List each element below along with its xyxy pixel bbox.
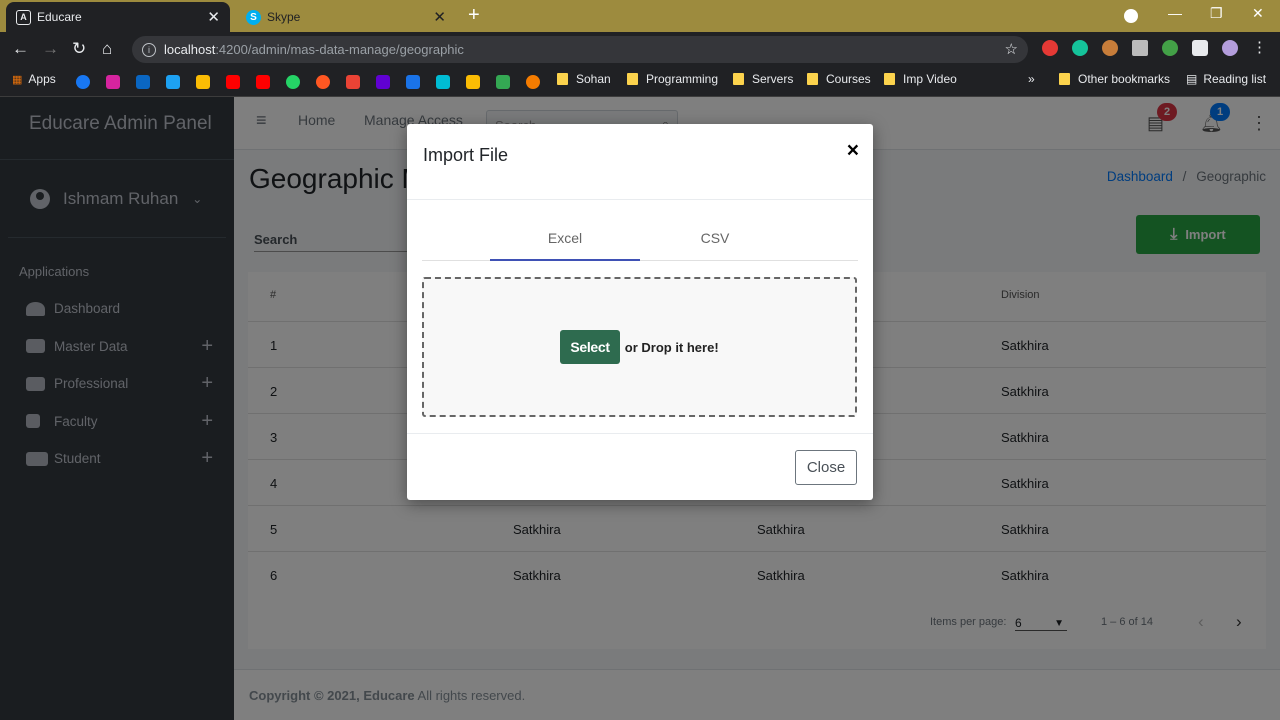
extension-icon[interactable] [1162, 40, 1178, 56]
url-input[interactable]: i localhost :4200/admin/mas-data-manage/… [132, 36, 1028, 63]
modal-title: Import File [423, 145, 509, 165]
select-file-button[interactable]: Select [560, 330, 620, 364]
new-tab-icon[interactable]: + [468, 4, 480, 27]
calendar-icon[interactable] [406, 75, 420, 89]
bookmark-icon[interactable] [436, 75, 450, 89]
extension-icon[interactable] [1132, 40, 1148, 56]
drop-hint-text: or Drop it here! [624, 339, 719, 355]
cookie-extension-icon[interactable] [1102, 40, 1118, 56]
instagram-icon[interactable] [106, 75, 120, 89]
folder-icon [1059, 73, 1070, 85]
url-path: :4200/admin/mas-data-manage/geographic [215, 42, 464, 57]
gmail-icon[interactable] [346, 75, 360, 89]
educare-favicon-icon: A [16, 9, 31, 25]
twitter-icon[interactable] [166, 75, 180, 89]
reload-icon[interactable]: ↻ [72, 39, 86, 59]
file-drop-zone[interactable]: Select or Drop it here! [422, 277, 857, 417]
profile-dropdown-icon[interactable] [1124, 9, 1138, 23]
bookmark-folder-programming[interactable]: Programming [627, 72, 718, 86]
close-tab-icon[interactable]: ✕ [207, 8, 220, 26]
yahoo-icon[interactable] [376, 75, 390, 89]
bookmarks-bar: ▦ Apps Sohan Programming Servers Courses … [0, 66, 1280, 97]
bookmark-folder-other[interactable]: Other bookmarks [1059, 72, 1170, 86]
forward-icon[interactable]: → [42, 39, 59, 59]
extensions-puzzle-icon[interactable] [1192, 40, 1208, 56]
bookmark-folder-imp-video[interactable]: Imp Video [884, 72, 957, 86]
file-type-tabs: Excel CSV [422, 218, 858, 261]
folder-icon [733, 73, 744, 85]
close-button[interactable]: Close [795, 450, 857, 485]
bookmark-folder-sohan[interactable]: Sohan [557, 72, 611, 86]
extension-icon[interactable] [1042, 40, 1058, 56]
reading-list-button[interactable]: ▤ Reading list [1186, 72, 1266, 86]
back-icon[interactable]: ← [12, 39, 29, 59]
browser-tab-skype[interactable]: S Skype ✕ [236, 2, 456, 32]
folder-icon [807, 73, 818, 85]
restore-icon[interactable]: ❐ [1210, 5, 1223, 22]
bookmark-folder-servers[interactable]: Servers [733, 72, 793, 86]
linkedin-icon[interactable] [136, 75, 150, 89]
bookmark-apps[interactable]: ▦ Apps [12, 72, 56, 86]
minimize-icon[interactable]: — [1168, 5, 1182, 21]
tab-csv[interactable]: CSV [640, 218, 790, 261]
bookmark-star-icon[interactable]: ☆ [1005, 40, 1018, 58]
modal-footer: Close [407, 433, 873, 500]
bookmark-icon[interactable] [526, 75, 540, 89]
whatsapp-icon[interactable] [286, 75, 300, 89]
browser-menu-icon[interactable]: ⋮ [1252, 38, 1268, 56]
drive-icon[interactable] [496, 75, 510, 89]
tab-title: Educare [37, 10, 82, 24]
facebook-icon[interactable] [76, 75, 90, 89]
tab-excel[interactable]: Excel [490, 218, 640, 261]
youtube-icon[interactable] [256, 75, 270, 89]
folder-icon [627, 73, 638, 85]
more-bookmarks-button[interactable]: » [1028, 72, 1035, 86]
site-info-icon[interactable]: i [142, 42, 156, 57]
profile-avatar[interactable] [1222, 40, 1238, 56]
apps-grid-icon: ▦ [12, 73, 23, 86]
photos-icon[interactable] [466, 75, 480, 89]
reading-list-icon: ▤ [1186, 72, 1198, 86]
close-icon[interactable]: × [847, 139, 859, 163]
browser-tab-strip: A Educare ✕ S Skype ✕ + — ❐ ✕ [0, 0, 1280, 32]
browser-tab-educare[interactable]: A Educare ✕ [6, 2, 230, 32]
home-icon[interactable]: ⌂ [102, 39, 112, 59]
url-host: localhost [164, 42, 216, 57]
import-file-modal: Import File × Excel CSV Select or Drop i… [407, 124, 873, 500]
bookmark-folder-courses[interactable]: Courses [807, 72, 871, 86]
modal-header: Import File × [407, 124, 873, 200]
keep-icon[interactable] [196, 75, 210, 89]
close-tab-icon[interactable]: ✕ [433, 8, 446, 26]
grammarly-icon[interactable] [1072, 40, 1088, 56]
skype-favicon-icon: S [246, 9, 261, 25]
youtube-icon[interactable] [226, 75, 240, 89]
address-bar-row: ← → ↻ ⌂ i localhost :4200/admin/mas-data… [0, 32, 1280, 66]
tab-title: Skype [267, 10, 301, 24]
close-window-icon[interactable]: ✕ [1252, 5, 1264, 22]
folder-icon [557, 73, 568, 85]
folder-icon [884, 73, 895, 85]
bookmark-icon[interactable] [316, 75, 330, 89]
